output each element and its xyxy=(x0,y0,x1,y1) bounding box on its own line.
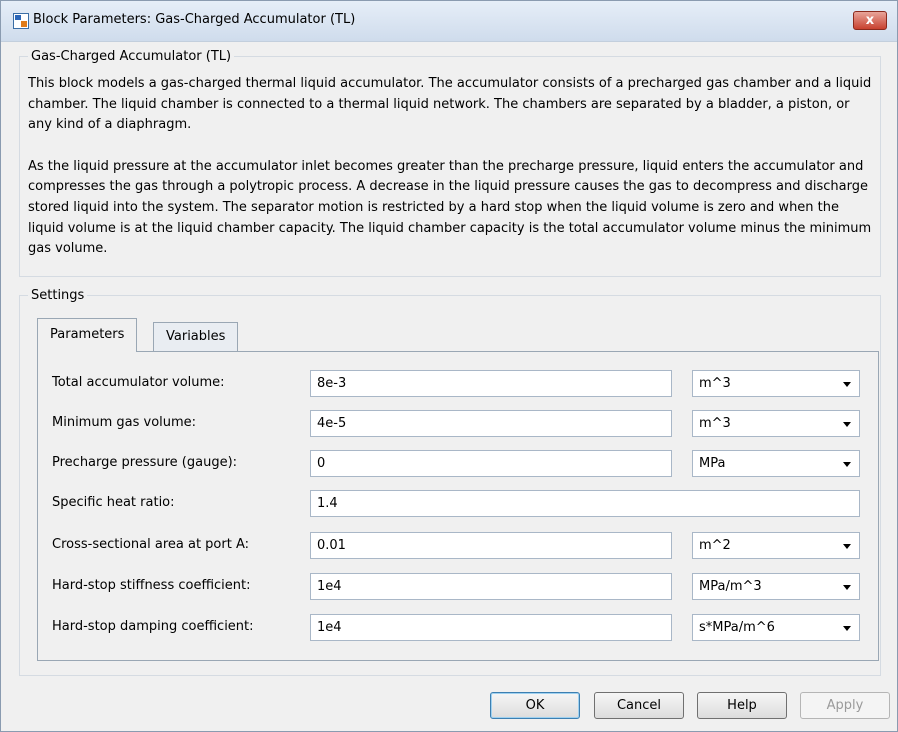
param-row-hard-stop-damping: Hard-stop damping coefficient: 1e4 s*MPa… xyxy=(38,614,878,642)
unit-value: m^3 xyxy=(699,376,731,391)
unit-value: MPa xyxy=(699,456,726,471)
cancel-button[interactable]: Cancel xyxy=(594,692,684,719)
apply-button[interactable]: Apply xyxy=(800,692,890,719)
description-paragraph-2: As the liquid pressure at the accumulato… xyxy=(28,158,872,257)
unit-value: s*MPa/m^6 xyxy=(699,620,775,635)
settings-legend: Settings xyxy=(31,288,85,303)
chevron-down-icon xyxy=(843,585,851,590)
chevron-down-icon xyxy=(843,382,851,387)
chevron-down-icon xyxy=(843,462,851,467)
description-paragraph-1: This block models a gas-charged thermal … xyxy=(28,76,872,133)
param-row-total-volume: Total accumulator volume: 8e-3 m^3 xyxy=(38,370,878,398)
min-gas-volume-input[interactable]: 4e-5 xyxy=(310,410,672,437)
param-label: Cross-sectional area at port A: xyxy=(52,537,249,552)
param-label: Hard-stop stiffness coefficient: xyxy=(52,578,251,593)
parameters-panel: Total accumulator volume: 8e-3 m^3 Minim… xyxy=(37,351,879,661)
close-button[interactable]: x xyxy=(853,11,887,30)
total-volume-input[interactable]: 8e-3 xyxy=(310,370,672,397)
hard-stop-stiffness-unit-dropdown[interactable]: MPa/m^3 xyxy=(692,573,860,600)
chevron-down-icon xyxy=(843,626,851,631)
title-bar[interactable]: Block Parameters: Gas-Charged Accumulato… xyxy=(1,1,897,42)
total-volume-unit-dropdown[interactable]: m^3 xyxy=(692,370,860,397)
ok-button[interactable]: OK xyxy=(490,692,580,719)
param-row-specific-heat-ratio: Specific heat ratio: 1.4 xyxy=(38,490,878,518)
window-title: Block Parameters: Gas-Charged Accumulato… xyxy=(33,12,356,27)
help-button[interactable]: Help xyxy=(697,692,787,719)
param-row-hard-stop-stiffness: Hard-stop stiffness coefficient: 1e4 MPa… xyxy=(38,573,878,601)
precharge-pressure-unit-dropdown[interactable]: MPa xyxy=(692,450,860,477)
param-label: Minimum gas volume: xyxy=(52,415,197,430)
chevron-down-icon xyxy=(843,544,851,549)
param-label: Specific heat ratio: xyxy=(52,495,175,510)
precharge-pressure-input[interactable]: 0 xyxy=(310,450,672,477)
specific-heat-ratio-input[interactable]: 1.4 xyxy=(310,490,860,517)
block-parameters-icon xyxy=(13,13,29,29)
dialog-window: Block Parameters: Gas-Charged Accumulato… xyxy=(0,0,898,732)
chevron-down-icon xyxy=(843,422,851,427)
unit-value: m^3 xyxy=(699,416,731,431)
hard-stop-damping-input[interactable]: 1e4 xyxy=(310,614,672,641)
unit-value: MPa/m^3 xyxy=(699,579,762,594)
param-row-min-gas-volume: Minimum gas volume: 4e-5 m^3 xyxy=(38,410,878,438)
tab-parameters[interactable]: Parameters xyxy=(37,318,138,352)
hard-stop-stiffness-input[interactable]: 1e4 xyxy=(310,573,672,600)
param-row-cross-sectional-area: Cross-sectional area at port A: 0.01 m^2 xyxy=(38,532,878,560)
unit-value: m^2 xyxy=(699,538,731,553)
description-legend: Gas-Charged Accumulator (TL) xyxy=(31,49,232,64)
tab-variables[interactable]: Variables xyxy=(153,322,239,351)
description-text: This block models a gas-charged thermal … xyxy=(28,74,872,281)
min-gas-volume-unit-dropdown[interactable]: m^3 xyxy=(692,410,860,437)
param-label: Precharge pressure (gauge): xyxy=(52,455,238,470)
cross-sectional-area-input[interactable]: 0.01 xyxy=(310,532,672,559)
cross-sectional-area-unit-dropdown[interactable]: m^2 xyxy=(692,532,860,559)
param-row-precharge-pressure: Precharge pressure (gauge): 0 MPa xyxy=(38,450,878,478)
param-label: Total accumulator volume: xyxy=(52,375,225,390)
hard-stop-damping-unit-dropdown[interactable]: s*MPa/m^6 xyxy=(692,614,860,641)
param-label: Hard-stop damping coefficient: xyxy=(52,619,254,634)
description-group: Gas-Charged Accumulator (TL) This block … xyxy=(19,49,881,277)
